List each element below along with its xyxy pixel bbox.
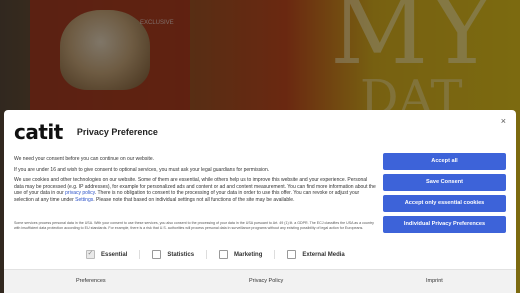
checkbox-divider [274,250,276,259]
accept-all-button[interactable]: Accept all [383,153,506,170]
statistics-checkbox-item[interactable]: Statistics [152,250,194,259]
privacy-policy-footer-link[interactable]: Privacy Policy [249,278,283,284]
consent-buttons: Accept all Save Consent Accept only esse… [383,153,506,237]
essential-checkbox[interactable] [86,249,95,259]
cookie-info-part3: . Please note that based on individual s… [93,196,295,203]
essential-label: Essential [101,251,128,258]
external-media-label: External Media [302,251,345,258]
preferences-link[interactable]: Preferences [76,278,106,284]
consent-text: We need your consent before you can cont… [14,156,376,207]
intro-text: We need your consent before you can cont… [14,156,154,162]
privacy-dialog: × catit Privacy Preference We need your … [4,110,516,293]
privacy-policy-link[interactable]: privacy policy [65,190,95,196]
external-media-checkbox[interactable] [287,250,297,259]
marketing-checkbox[interactable] [219,250,229,259]
dialog-header: catit Privacy Preference [14,120,158,144]
catit-logo: catit [14,120,63,144]
statistics-label: Statistics [167,251,195,258]
checkbox-divider [139,250,141,259]
imprint-link[interactable]: Imprint [426,278,443,284]
dialog-title: Privacy Preference [76,127,158,137]
dialog-footer: Preferences Privacy Policy Imprint [4,269,516,293]
save-consent-button[interactable]: Save Consent [383,174,506,191]
individual-preferences-button[interactable]: Individual Privacy Preferences [383,216,506,233]
cookie-info-text: We use cookies and other technologies on… [14,177,376,203]
checkbox-divider [206,250,208,259]
under16-text: If you are under 16 and wish to give con… [14,166,270,173]
accept-essential-button[interactable]: Accept only essential cookies [383,195,506,212]
close-icon[interactable]: × [501,116,506,126]
statistics-checkbox[interactable] [152,250,162,259]
marketing-label: Marketing [234,251,263,258]
settings-link[interactable]: Settings [75,197,93,203]
legal-notice: Some services process personal data in t… [14,221,374,230]
consent-checkboxes: Essential Statistics Marketing External … [86,249,357,259]
marketing-checkbox-item[interactable]: Marketing [219,250,262,259]
external-media-checkbox-item[interactable]: External Media [287,250,345,259]
essential-checkbox-item[interactable]: Essential [86,249,128,259]
